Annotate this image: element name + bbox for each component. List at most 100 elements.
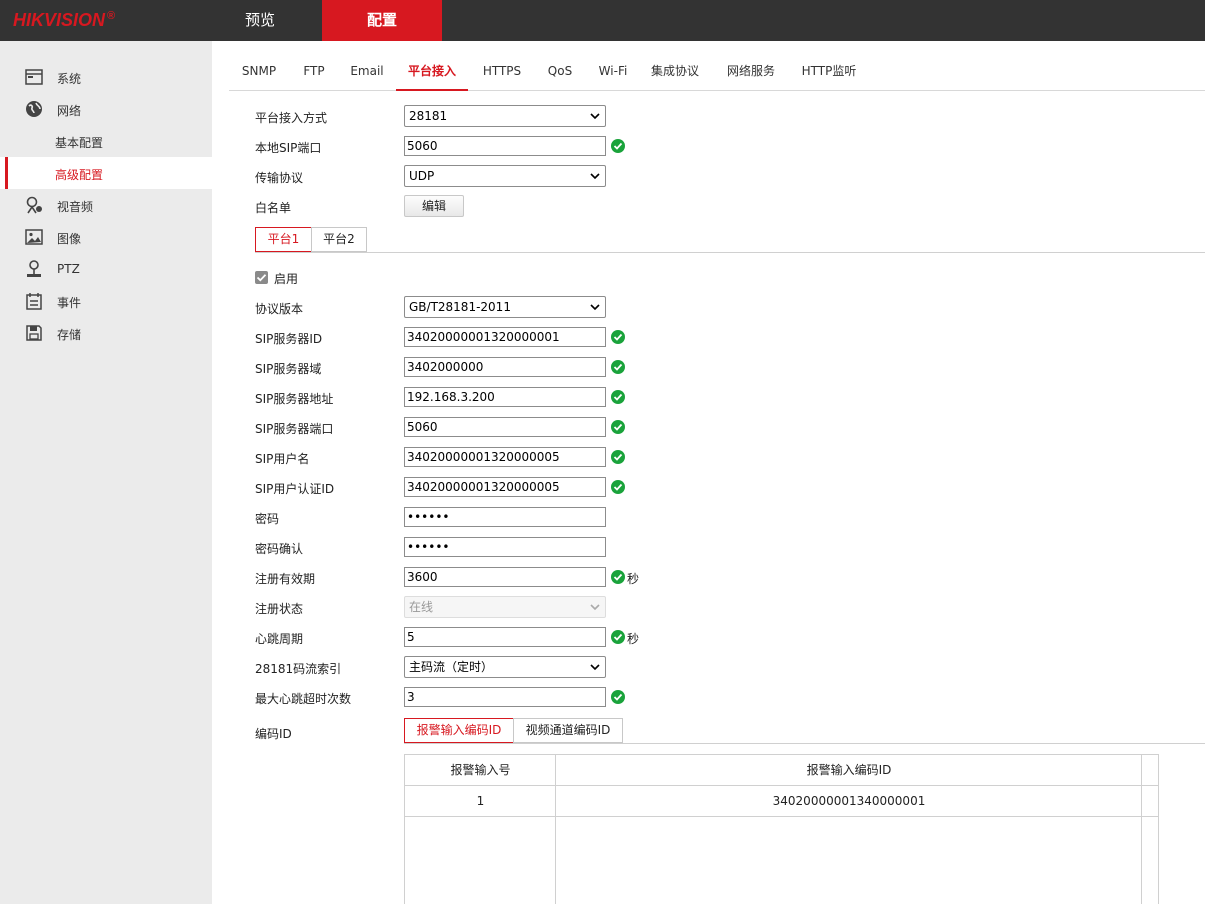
reg-status-label: 注册状态 — [255, 602, 304, 616]
transport-select[interactable]: UDP — [404, 165, 606, 187]
sip-server-port-label: SIP服务器端口 — [255, 422, 334, 436]
sidebar-item-network[interactable]: 网络 — [0, 93, 212, 125]
sidebar-item-label: 网络 — [57, 104, 82, 118]
tab-platform-1[interactable]: 平台1 — [255, 227, 312, 252]
enable-checkbox[interactable] — [255, 271, 268, 284]
hikvision-logo: HIKVISION ® — [13, 10, 116, 30]
max-heartbeat-timeout-input[interactable] — [404, 687, 606, 707]
valid-check-icon — [611, 570, 625, 584]
sidebar-item-event[interactable]: 事件 — [0, 285, 212, 317]
tab-https[interactable]: HTTPS — [476, 52, 528, 91]
sidebar-item-video-audio[interactable]: 视音频 — [0, 189, 212, 221]
table-cell-spacer — [1142, 786, 1159, 817]
heartbeat-unit: 秒 — [627, 632, 640, 646]
valid-check-icon — [611, 330, 625, 344]
valid-check-icon — [611, 360, 625, 374]
transport-label: 传输协议 — [255, 171, 304, 185]
platform-tabs-divider — [255, 252, 1205, 253]
heartbeat-input[interactable] — [404, 627, 606, 647]
sip-server-id-input[interactable] — [404, 327, 606, 347]
sip-auth-id-label: SIP用户认证ID — [255, 482, 335, 496]
table-header-spacer — [1142, 755, 1159, 786]
network-icon — [26, 101, 42, 117]
chevron-down-icon — [590, 304, 600, 311]
chevron-down-icon — [590, 604, 600, 611]
column-divider — [1141, 755, 1142, 904]
valid-check-icon — [611, 480, 625, 494]
sidebar-item-system[interactable]: 系统 — [0, 61, 212, 93]
nav-config[interactable]: 配置 — [322, 0, 442, 41]
sip-server-domain-input[interactable] — [404, 357, 606, 377]
valid-check-icon — [611, 139, 625, 153]
sidebar-item-label: 事件 — [57, 296, 82, 310]
sidebar-item-advanced-config[interactable]: 高级配置 — [0, 157, 212, 189]
table-header: 报警输入编码ID — [556, 755, 1142, 786]
table-cell[interactable]: 34020000001340000001 — [556, 786, 1142, 817]
protocol-version-label: 协议版本 — [255, 302, 304, 316]
sidebar-item-storage[interactable]: 存储 — [0, 317, 212, 349]
stream-index-label: 28181码流索引 — [255, 662, 342, 676]
tab-http-listen[interactable]: HTTP监听 — [797, 52, 861, 91]
tab-network-service[interactable]: 网络服务 — [721, 52, 781, 91]
tab-platform-access[interactable]: 平台接入 — [396, 52, 468, 91]
system-icon — [25, 69, 43, 85]
heartbeat-label: 心跳周期 — [255, 632, 304, 646]
tab-platform-2[interactable]: 平台2 — [311, 227, 367, 252]
tab-snmp[interactable]: SNMP — [229, 52, 289, 91]
chevron-down-icon — [590, 664, 600, 671]
protocol-version-select[interactable]: GB/T28181-2011 — [404, 296, 606, 318]
sip-server-address-input[interactable] — [404, 387, 606, 407]
valid-check-icon — [611, 690, 625, 704]
reg-expiry-label: 注册有效期 — [255, 572, 316, 586]
sidebar-item-label: 高级配置 — [55, 168, 104, 182]
reg-expiry-unit: 秒 — [627, 572, 640, 586]
check-icon — [256, 274, 267, 282]
password-label: 密码 — [255, 512, 280, 526]
tab-wifi[interactable]: Wi-Fi — [593, 52, 633, 91]
local-sip-port-label: 本地SIP端口 — [255, 141, 322, 155]
column-divider — [555, 755, 556, 904]
password-confirm-label: 密码确认 — [255, 542, 304, 556]
password-confirm-input[interactable]: •••••• — [404, 537, 606, 557]
sip-server-port-input[interactable] — [404, 417, 606, 437]
sidebar-item-label: 系统 — [57, 72, 82, 86]
local-sip-port-input[interactable] — [404, 136, 606, 156]
nav-preview[interactable]: 预览 — [215, 0, 305, 41]
encode-id-table: 报警输入号 报警输入编码ID 1 34020000001340000001 — [404, 754, 1159, 904]
encode-tabs-divider — [404, 743, 1205, 744]
access-mode-select[interactable]: 28181 — [404, 105, 606, 127]
password-input[interactable]: •••••• — [404, 507, 606, 527]
tab-alarm-input-encode-id[interactable]: 报警输入编码ID — [404, 718, 514, 743]
tab-video-channel-encode-id[interactable]: 视频通道编码ID — [513, 718, 623, 743]
valid-check-icon — [611, 390, 625, 404]
access-mode-label: 平台接入方式 — [255, 111, 328, 125]
valid-check-icon — [611, 450, 625, 464]
tab-integration-protocol[interactable]: 集成协议 — [647, 52, 703, 91]
sidebar-item-ptz[interactable]: PTZ — [0, 253, 212, 285]
sip-username-label: SIP用户名 — [255, 452, 310, 466]
whitelist-edit-button[interactable]: 编辑 — [404, 195, 464, 217]
reg-expiry-input[interactable] — [404, 567, 606, 587]
sidebar: 系统 网络 基本配置 高级配置 视音频 图像 PTZ 事件 存储 — [0, 41, 212, 904]
sidebar-item-label: 存储 — [57, 328, 82, 342]
encode-id-label: 编码ID — [255, 727, 292, 741]
ptz-icon — [27, 260, 41, 277]
sidebar-item-image[interactable]: 图像 — [0, 221, 212, 253]
chevron-down-icon — [590, 113, 600, 120]
sip-server-address-label: SIP服务器地址 — [255, 392, 334, 406]
chevron-down-icon — [590, 173, 600, 180]
sidebar-item-basic-config[interactable]: 基本配置 — [0, 125, 212, 157]
sidebar-item-label: PTZ — [57, 262, 80, 276]
valid-check-icon — [611, 630, 625, 644]
sip-username-input[interactable] — [404, 447, 606, 467]
table-header: 报警输入号 — [405, 755, 556, 786]
tab-email[interactable]: Email — [343, 52, 391, 91]
reg-status-select: 在线 — [404, 596, 606, 618]
tab-ftp[interactable]: FTP — [293, 52, 335, 91]
valid-check-icon — [611, 420, 625, 434]
sidebar-item-label: 基本配置 — [55, 136, 104, 150]
tab-qos[interactable]: QoS — [540, 52, 580, 91]
stream-index-select[interactable]: 主码流（定时） — [404, 656, 606, 678]
video-audio-icon — [26, 196, 42, 214]
sip-auth-id-input[interactable] — [404, 477, 606, 497]
